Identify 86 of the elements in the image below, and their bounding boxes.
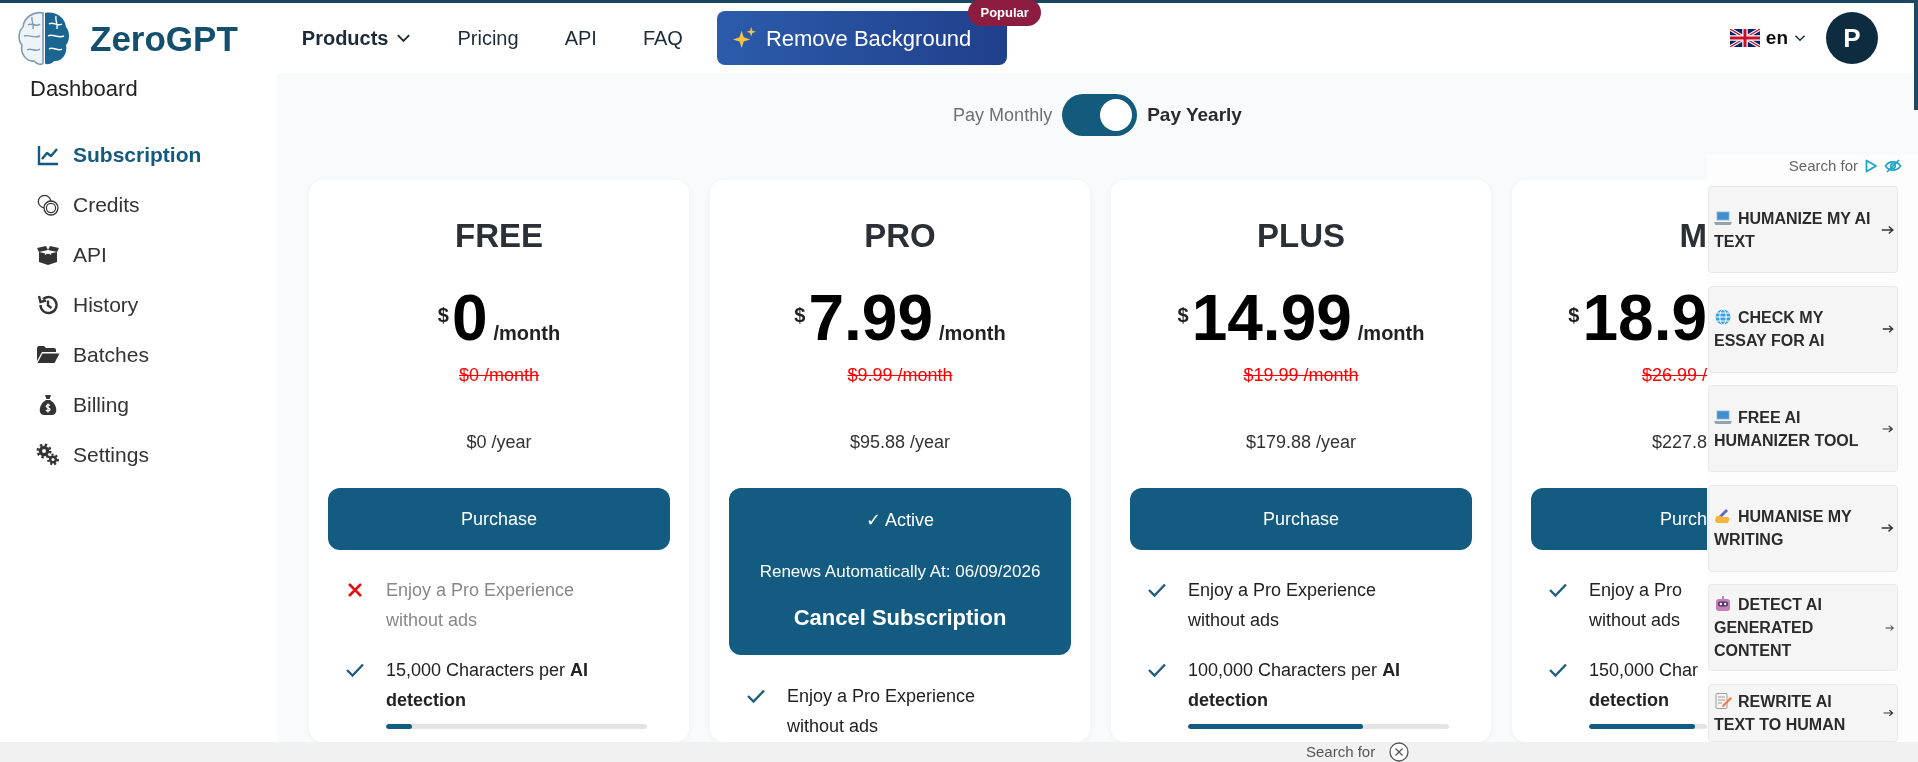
price-period: /month xyxy=(1357,322,1425,344)
yearly-price: $95.88 /year xyxy=(848,431,952,454)
sidebar-link[interactable]: Settings xyxy=(35,430,149,480)
writing-hand-icon xyxy=(1714,508,1732,524)
currency-sign: $ xyxy=(437,304,449,326)
price-amount: 18.9 xyxy=(1582,282,1707,354)
feature-text: Enjoy a Pro Experience without ads xyxy=(787,685,977,738)
nav-link[interactable]: Pricing xyxy=(457,23,519,53)
price-period: /month xyxy=(939,322,1006,344)
logo-text: ZeroGPT xyxy=(90,20,238,56)
caret-icon xyxy=(396,33,412,43)
history-icon xyxy=(35,293,61,317)
old-price: $9.99 /month xyxy=(846,364,954,387)
popular-badge: Popular xyxy=(968,0,1041,26)
yearly-price: $227.8 xyxy=(1650,431,1707,454)
ad-link[interactable]: DETECT AI GENERATED CONTENT xyxy=(1708,584,1898,671)
feature-text: 100,000 Characters per AI detection xyxy=(1188,659,1402,712)
uk-flag-icon xyxy=(1729,29,1760,47)
nav-link[interactable]: FAQ xyxy=(642,23,683,53)
sidebar-link[interactable]: Billing xyxy=(35,380,130,430)
caret-icon xyxy=(1794,34,1806,42)
feature-text: 150,000 Char detection xyxy=(1589,659,1700,712)
renewal-note: Renews Automatically At: 06/09/2026 xyxy=(759,561,1041,583)
sidebar-link[interactable]: History xyxy=(35,280,139,330)
play-icon[interactable] xyxy=(1864,159,1878,173)
dashboard-title: Dashboard xyxy=(29,75,139,102)
user-avatar[interactable]: P xyxy=(1826,12,1878,64)
currency-sign: $ xyxy=(794,304,806,326)
line-chart-icon xyxy=(35,143,61,167)
laptop-icon xyxy=(1714,209,1732,226)
robot-icon xyxy=(1714,596,1732,612)
globe-icon xyxy=(1714,309,1732,325)
ad-link[interactable]: CHECK MY ESSAY FOR AI xyxy=(1708,285,1898,373)
sidebar-link[interactable]: API xyxy=(35,230,107,280)
sidebar-link[interactable]: Batches xyxy=(35,330,149,380)
cancel-subscription-link[interactable]: Cancel Subscription xyxy=(793,604,1007,632)
nav-menu[interactable]: Products xyxy=(301,23,412,53)
price-period: /month xyxy=(493,322,561,344)
yearly-price: $179.88 /year xyxy=(1244,431,1358,454)
purchase-button[interactable]: Purchase xyxy=(328,488,670,550)
active-status: ✓ Active xyxy=(866,509,934,532)
nav-link[interactable]: API xyxy=(564,23,597,53)
language-selector[interactable]: en xyxy=(1729,23,1806,53)
plan-name: M xyxy=(1678,216,1707,256)
gears-icon xyxy=(35,443,61,467)
sidebar-link[interactable]: Credits xyxy=(35,180,140,230)
feature-text: 15,000 Characters per AI detection xyxy=(386,659,590,712)
sidebar-link[interactable]: Subscription xyxy=(35,130,202,180)
yearly-price: $0 /year xyxy=(465,431,533,454)
price-amount: 14.99 xyxy=(1191,282,1352,354)
currency-sign: $ xyxy=(1568,304,1580,326)
billing-switch[interactable] xyxy=(1062,94,1138,136)
arrow-right-icon xyxy=(1880,223,1894,236)
feature-text: Enjoy a Pro without ads xyxy=(1589,579,1684,632)
currency-sign: $ xyxy=(1177,304,1189,326)
ad-link[interactable]: REWRITE AI TEXT TO HUMAN xyxy=(1708,683,1898,742)
feature-text: Enjoy a Pro Experience without ads xyxy=(386,579,576,632)
plan-name: PRO xyxy=(863,216,937,256)
arrow-right-icon xyxy=(1881,323,1894,335)
purchase-button[interactable]: Purchase xyxy=(1130,488,1472,550)
ad-search-label: Search for xyxy=(1788,155,1858,176)
memo-icon xyxy=(1714,692,1732,709)
ad-link[interactable]: HUMANISE MY WRITING xyxy=(1708,484,1898,572)
ad-link[interactable]: FREE AI HUMANIZER TOOL xyxy=(1708,385,1898,472)
brain-logo-icon xyxy=(18,9,70,67)
sparkle-icon xyxy=(732,26,756,50)
old-price: $19.99 /month xyxy=(1242,364,1360,387)
purchase-button[interactable]: Purch xyxy=(1531,488,1707,550)
scrollbar-thumb[interactable] xyxy=(1914,0,1918,110)
ad-search-label: Search for xyxy=(1306,742,1376,762)
open-box-icon xyxy=(35,243,61,267)
plan-name: FREE xyxy=(454,216,544,256)
billing-period-label[interactable]: Pay Monthly xyxy=(953,101,1053,129)
price-amount: 0 xyxy=(451,282,488,354)
eye-slash-icon[interactable] xyxy=(1884,159,1902,173)
arrow-right-icon xyxy=(1881,522,1894,534)
coins-icon xyxy=(35,193,61,217)
old-price: $26.99 / xyxy=(1640,364,1707,387)
billing-period-label[interactable]: Pay Yearly xyxy=(1147,100,1242,130)
feature-text: Enjoy a Pro Experience without ads xyxy=(1188,579,1378,632)
close-icon[interactable] xyxy=(1389,742,1410,762)
plan-name: PLUS xyxy=(1256,216,1346,256)
old-price: $0 /month xyxy=(457,364,541,387)
price-amount: 7.99 xyxy=(808,282,933,354)
laptop-icon xyxy=(1714,408,1732,425)
ad-link[interactable]: HUMANIZE MY AI TEXT xyxy=(1708,186,1898,273)
